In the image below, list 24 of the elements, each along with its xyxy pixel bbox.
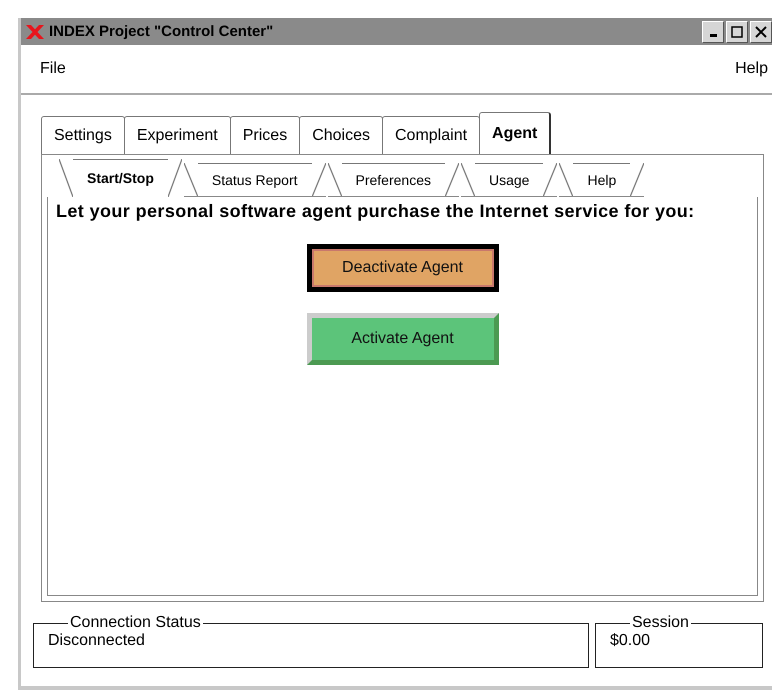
prompt-text: Let your personal software agent purchase the Internet service for you: [56, 201, 696, 222]
subtab[interactable]: Start/Stop [59, 159, 182, 197]
tab[interactable]: Agent [479, 112, 552, 154]
minimize-button[interactable] [702, 20, 724, 42]
agent-button[interactable]: Deactivate Agent [312, 249, 494, 287]
close-button[interactable] [750, 20, 772, 42]
menu-item[interactable]: File [40, 60, 66, 78]
group-title: Connection Status [69, 614, 202, 632]
group-title: Session [631, 614, 690, 632]
window-title: INDEX Project "Control Center" [49, 23, 274, 40]
subtab[interactable]: Preferences [328, 163, 459, 197]
x-logo-icon [25, 24, 45, 40]
agent-button[interactable]: Activate Agent [306, 313, 498, 365]
tab[interactable]: Settings [41, 116, 125, 154]
maximize-icon [731, 26, 743, 38]
close-icon [755, 26, 767, 38]
status-value: Disconnected [48, 632, 145, 649]
subtab[interactable]: Help [559, 163, 644, 197]
minimize-icon [710, 34, 716, 37]
status-value: $0.00 [610, 632, 650, 649]
subtab[interactable]: Status Report [184, 163, 326, 197]
subtab[interactable]: Usage [460, 163, 558, 197]
menu-item[interactable]: Help [735, 60, 768, 78]
maximize-button[interactable] [726, 20, 748, 42]
